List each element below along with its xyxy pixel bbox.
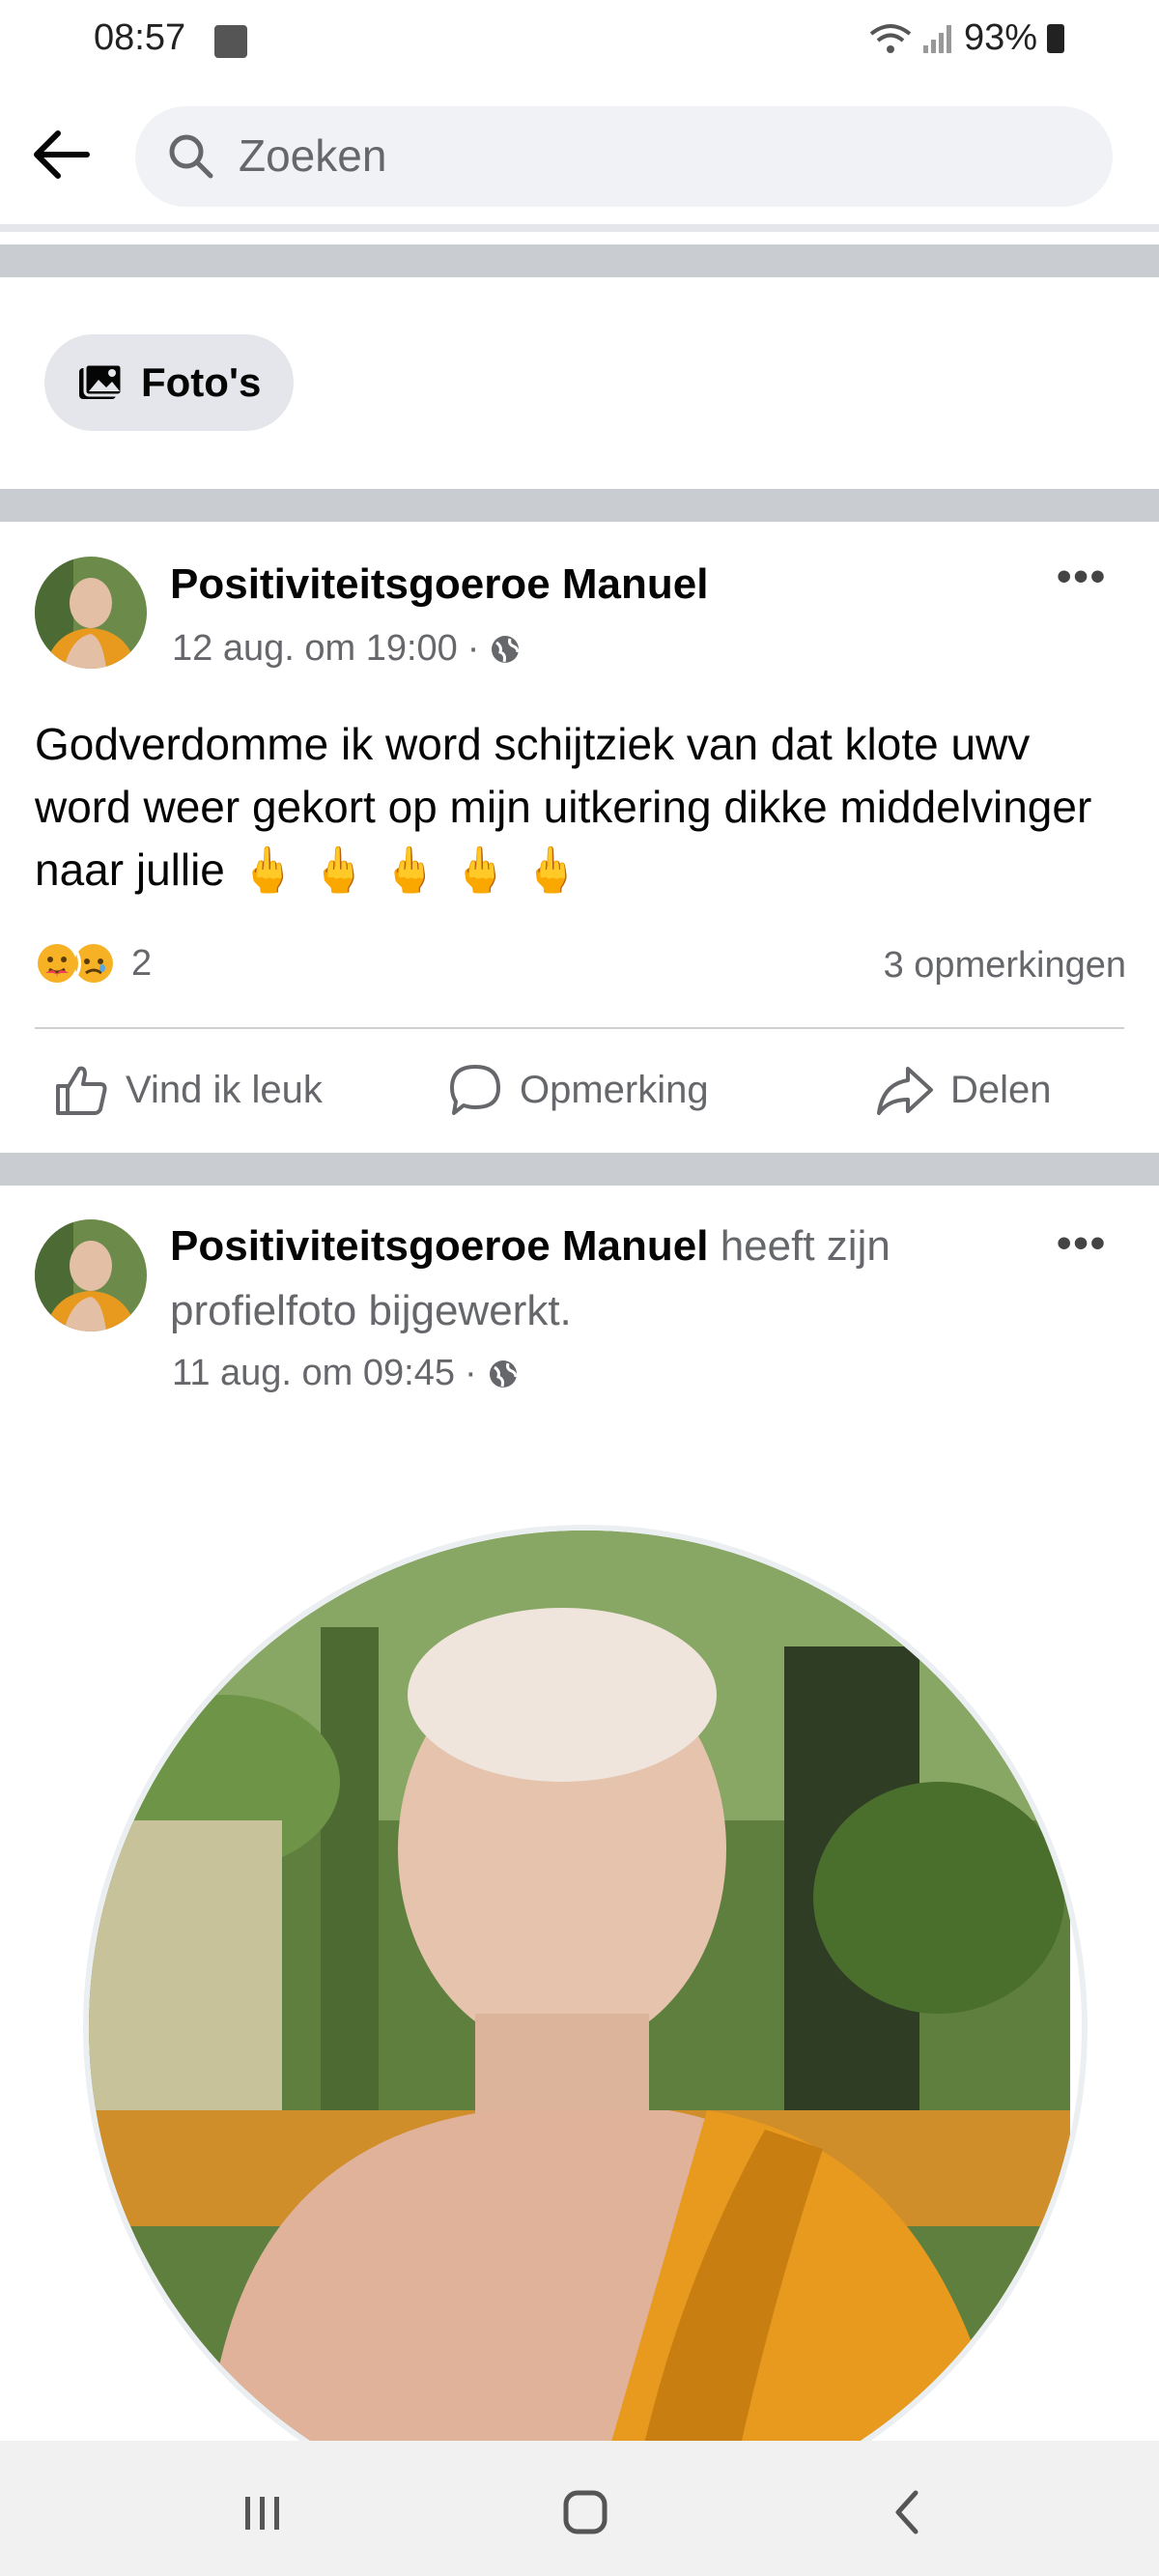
- post-meta: 11 aug. om 09:45 ·: [172, 1353, 520, 1394]
- divider: [0, 224, 1159, 232]
- emoji: 🖕: [382, 844, 438, 895]
- comment-label: Opmerking: [520, 1068, 709, 1111]
- status-indicators: 93%: [869, 17, 1064, 59]
- back-arrow-icon: [34, 130, 90, 179]
- globe-icon: [492, 635, 520, 663]
- emoji: 🖕: [523, 844, 580, 895]
- meta-separator: ·: [464, 1353, 477, 1393]
- post-text: Godverdomme ik word schijtziek van dat k…: [35, 713, 1117, 902]
- post-action-text: heeft zijn: [720, 1222, 890, 1270]
- battery-percentage: 93%: [963, 17, 1037, 58]
- post-timestamp[interactable]: 11 aug. om 09:45: [172, 1353, 455, 1394]
- share-icon: [877, 1067, 933, 1115]
- divider: [35, 1027, 1124, 1029]
- avatar[interactable]: [35, 557, 147, 669]
- globe-icon: [489, 1360, 518, 1388]
- section-divider: [0, 244, 1159, 277]
- recents-icon[interactable]: [224, 2474, 301, 2551]
- post-header: Positiviteitsgoeroe Manuel heeft zijn: [170, 1222, 890, 1271]
- reaction-count: 2: [131, 942, 153, 984]
- battery-icon: [1047, 23, 1064, 53]
- more-icon[interactable]: •••: [1057, 553, 1107, 601]
- post-action-text-continued: profielfoto bijgewerkt.: [170, 1287, 572, 1334]
- wifi-icon: [869, 23, 912, 53]
- share-button[interactable]: Delen: [875, 1061, 1052, 1119]
- back-icon[interactable]: [869, 2474, 947, 2551]
- emoji: 🖕: [311, 844, 367, 895]
- like-label: Vind ik leuk: [126, 1068, 323, 1111]
- care-reaction-icon: [33, 939, 81, 987]
- status-bar: 08:57 93%: [0, 0, 1159, 87]
- more-icon[interactable]: •••: [1057, 1219, 1107, 1268]
- search-icon: [169, 134, 213, 179]
- post-timestamp[interactable]: 12 aug. om 19:00: [172, 628, 458, 670]
- profile-photo[interactable]: [83, 1525, 1088, 2530]
- comment-button[interactable]: Opmerking: [446, 1061, 709, 1119]
- back-button[interactable]: [27, 126, 104, 193]
- avatar[interactable]: [35, 1219, 147, 1331]
- search-placeholder: Zoeken: [239, 130, 387, 181]
- notification-icon: [214, 25, 247, 58]
- share-label: Delen: [950, 1068, 1052, 1111]
- post-author[interactable]: Positiviteitsgoeroe Manuel: [170, 1222, 708, 1270]
- signal-icon: [922, 24, 951, 53]
- meta-separator: ·: [466, 628, 480, 669]
- like-button[interactable]: Vind ik leuk: [52, 1061, 323, 1119]
- emoji: 🖕: [240, 844, 297, 895]
- photos-label: Foto's: [141, 359, 262, 405]
- like-icon: [56, 1066, 107, 1115]
- post-author[interactable]: Positiviteitsgoeroe Manuel: [170, 560, 708, 609]
- post-meta: 12 aug. om 19:00 ·: [172, 628, 522, 670]
- photos-icon: [79, 362, 124, 399]
- status-time: 08:57: [94, 17, 186, 58]
- home-icon[interactable]: [547, 2474, 624, 2551]
- section-divider: [0, 489, 1159, 522]
- avatar-image: [35, 1219, 147, 1331]
- comments-count[interactable]: 3 opmerkingen: [884, 945, 1126, 987]
- profile-photo-image: [89, 1531, 1070, 2512]
- reactions-summary[interactable]: 2: [33, 939, 152, 987]
- avatar-image: [35, 557, 147, 669]
- section-divider: [0, 1153, 1159, 1186]
- comment-icon: [450, 1065, 500, 1115]
- emoji: 🖕: [452, 844, 509, 895]
